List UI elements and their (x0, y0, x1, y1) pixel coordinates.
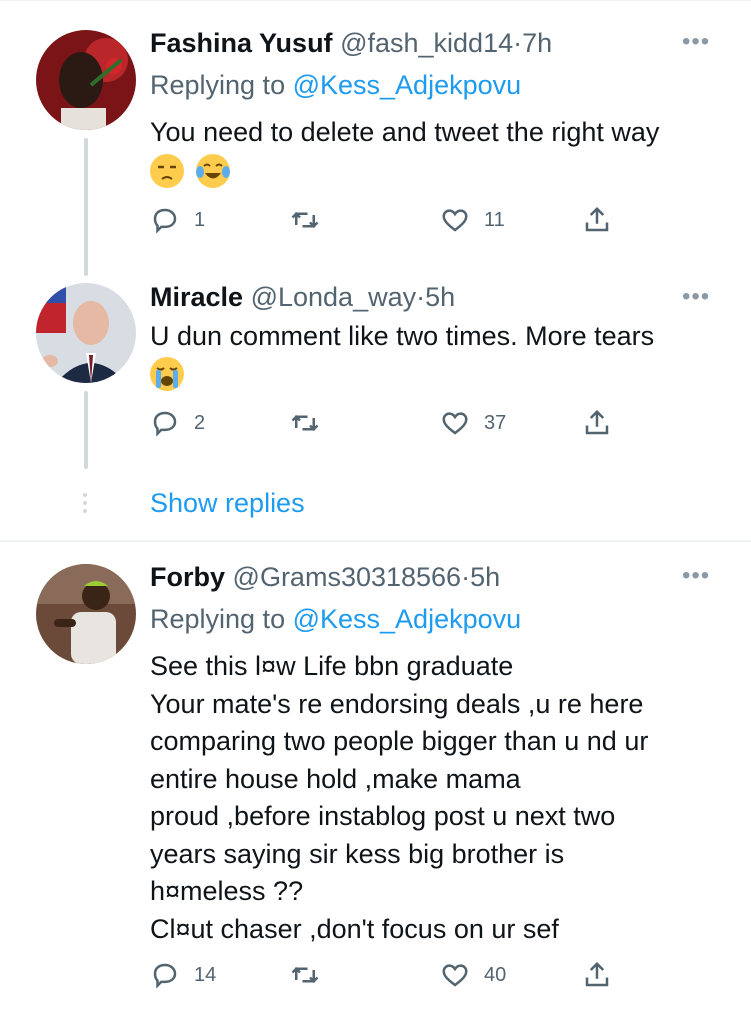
separator-dot: · (513, 28, 523, 58)
share-icon (585, 409, 609, 435)
tweet-miracle[interactable]: Miracle @Londa_way·5h ••• U dun comment … (0, 275, 751, 525)
tweet-text-line: h¤meless ?? (150, 876, 304, 906)
mention-link[interactable]: @Kess_Adjekpovu (293, 604, 522, 634)
unamused-face-icon (150, 154, 184, 188)
tweet-header: Forby @Grams30318566·5h (150, 560, 500, 594)
reply-button[interactable]: 14 (150, 955, 216, 995)
retweet-button[interactable] (290, 955, 320, 995)
thread-continuation-dots (80, 493, 90, 517)
replying-prefix: Replying to (150, 604, 293, 634)
user-name[interactable]: Fashina Yusuf (150, 28, 333, 58)
replying-prefix: Replying to (150, 70, 293, 100)
like-count: 37 (484, 411, 507, 434)
user-handle[interactable]: @Grams30318566 (233, 562, 462, 592)
tweet-header: Fashina Yusuf @fash_kidd14·7h (150, 26, 552, 60)
user-name[interactable]: Forby (150, 562, 225, 592)
like-button[interactable]: 40 (440, 955, 506, 995)
retweet-icon (291, 414, 319, 432)
more-options-icon[interactable]: ••• (682, 283, 710, 311)
tweet-text: U dun comment like two times. More tears (150, 318, 735, 356)
timestamp[interactable]: 5h (470, 562, 500, 592)
retweet-button[interactable] (290, 403, 320, 443)
retweet-icon (291, 211, 319, 229)
share-icon (585, 206, 609, 232)
tweet-text-line: Cl¤ut chaser ,don't focus on ur sef (150, 913, 559, 944)
user-handle[interactable]: @Londa_way (251, 282, 417, 312)
tweet-fashina[interactable]: Fashina Yusuf @fash_kidd14·7h ••• Replyi… (0, 0, 751, 276)
show-replies-link[interactable]: Show replies (150, 486, 305, 520)
avatar[interactable] (36, 30, 136, 130)
tweet-forby[interactable]: Forby @Grams30318566·5h ••• Replying to … (0, 542, 751, 1024)
face-with-tears-of-joy-icon (196, 154, 231, 188)
reply-icon (153, 963, 177, 989)
reply-count: 2 (194, 411, 206, 434)
replying-to: Replying to @Kess_Adjekpovu (150, 68, 521, 102)
share-icon (585, 961, 609, 987)
tweet-text-line: entire house hold ,make mama (150, 763, 521, 794)
user-handle[interactable]: @fash_kidd14 (340, 28, 513, 58)
replying-to: Replying to @Kess_Adjekpovu (150, 602, 521, 636)
thread-line (84, 138, 88, 276)
retweet-icon (291, 966, 319, 984)
share-button[interactable] (582, 403, 612, 443)
user-name[interactable]: Miracle (150, 282, 243, 312)
like-button[interactable]: 11 (440, 200, 505, 240)
more-options-icon[interactable]: ••• (682, 562, 710, 590)
reply-count: 1 (194, 208, 206, 231)
tweet-text-line: U dun comment like two times. More tears (150, 321, 655, 351)
tweet-text-line: You need to delete and tweet the right w… (150, 117, 660, 147)
heart-icon (442, 964, 468, 987)
like-count: 11 (484, 208, 505, 231)
emoji-row (150, 154, 238, 192)
heart-icon (442, 209, 468, 232)
avatar[interactable] (36, 564, 136, 664)
retweet-button[interactable] (290, 200, 320, 240)
share-button[interactable] (582, 200, 612, 240)
thread-line (84, 391, 88, 469)
like-count: 40 (484, 963, 507, 986)
reply-button[interactable]: 2 (150, 403, 205, 443)
tweet-actions: 1 11 (150, 200, 630, 240)
timestamp[interactable]: 5h (425, 282, 455, 312)
separator-dot: · (461, 562, 471, 592)
tweet-text-line: Your mate's re endorsing deals ,u re her… (150, 688, 644, 719)
tweet-header: Miracle @Londa_way·5h (150, 280, 455, 314)
timestamp[interactable]: 7h (522, 28, 552, 58)
tweet-text-line: proud ,before instablog post u next two (150, 801, 616, 831)
heart-icon (442, 412, 468, 435)
reply-count: 14 (194, 963, 217, 986)
tweet-text-line: comparing two people bigger than u nd ur (150, 726, 649, 756)
reply-icon (153, 208, 177, 234)
tweet-text-line: See this l¤w Life bbn graduate (150, 651, 514, 681)
more-options-icon[interactable]: ••• (682, 28, 710, 56)
loudly-crying-face-icon (150, 357, 184, 391)
tweet-actions: 14 40 (150, 955, 630, 995)
emoji-row (150, 357, 192, 395)
reply-icon (153, 411, 177, 437)
tweet-text-line: years saying sir kess big brother is (150, 838, 565, 869)
like-button[interactable]: 37 (440, 403, 506, 443)
reply-button[interactable]: 1 (150, 200, 205, 240)
separator-dot: · (416, 282, 426, 312)
avatar[interactable] (36, 283, 136, 383)
tweet-text: You need to delete and tweet the right w… (150, 114, 735, 152)
share-button[interactable] (582, 955, 612, 995)
mention-link[interactable]: @Kess_Adjekpovu (293, 70, 522, 100)
tweet-text: See this l¤w Life bbn graduate Your mate… (150, 648, 735, 948)
tweet-actions: 2 37 (150, 403, 630, 443)
